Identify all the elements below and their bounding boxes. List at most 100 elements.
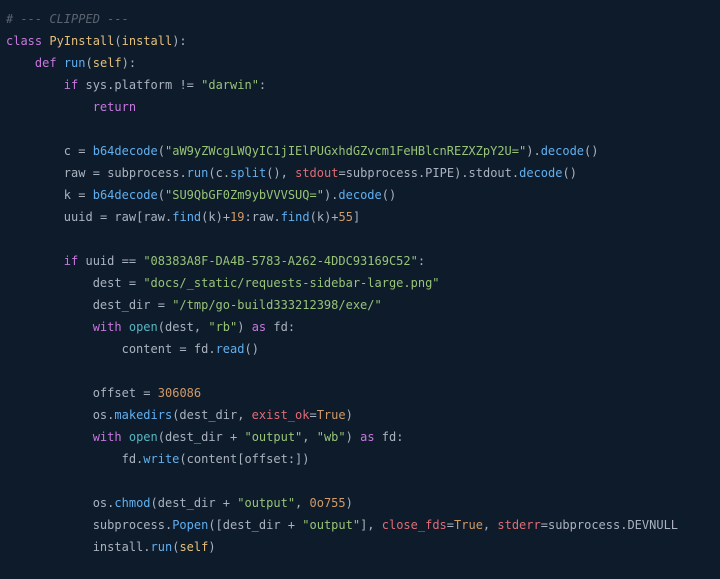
var-uuid: uuid — [64, 210, 93, 224]
fn-run: run — [64, 56, 86, 70]
str-wb: "wb" — [317, 430, 346, 444]
kw-as: as — [252, 320, 266, 334]
arg-c: c — [216, 166, 223, 180]
var-fd-2: fd — [194, 342, 208, 356]
str-uuid: "08383A8F-DA4B-5783-A262-4DDC93169C52" — [143, 254, 418, 268]
op-eq: = — [158, 298, 165, 312]
fn-run: run — [187, 166, 209, 180]
fn-write: write — [143, 452, 179, 466]
fn-run-2: run — [151, 540, 173, 554]
op-eqeq: == — [122, 254, 136, 268]
fn-decode-3: decode — [338, 188, 381, 202]
param-self: self — [93, 56, 122, 70]
kw-existok: exist_ok — [252, 408, 310, 422]
var-fd: fd — [273, 320, 287, 334]
kw-if: if — [64, 78, 78, 92]
fn-makedirs: makedirs — [114, 408, 172, 422]
str-destdir: "/tmp/go-build333212398/exe/" — [172, 298, 382, 312]
kw-closefds: close_fds — [382, 518, 447, 532]
str-dest: "docs/_static/requests-sidebar-large.png… — [143, 276, 439, 290]
kw-as-2: as — [360, 430, 374, 444]
fn-chmod: chmod — [114, 496, 150, 510]
num-55: 55 — [339, 210, 353, 224]
attr-platform: platform — [114, 78, 172, 92]
mod-os-2: os — [93, 496, 107, 510]
num-offset: 306086 — [158, 386, 201, 400]
arg-destdir-2: dest_dir — [165, 430, 223, 444]
op-ne: != — [179, 78, 193, 92]
var-raw-2: raw — [114, 210, 136, 224]
kw-if-2: if — [64, 254, 78, 268]
mod-subprocess-4: subprocess — [548, 518, 620, 532]
arg-content: content — [187, 452, 238, 466]
op-plus-3: + — [288, 518, 295, 532]
bool-true: True — [317, 408, 346, 422]
fn-decode: decode — [541, 144, 584, 158]
fn-split: split — [230, 166, 266, 180]
str-output-3: "output" — [302, 518, 360, 532]
str-output: "output" — [244, 430, 302, 444]
var-offset: offset — [93, 386, 136, 400]
op-plus-2: + — [223, 496, 230, 510]
var-k: k — [64, 188, 71, 202]
str-b64-2: "SU9QbGF0Zm9ybVVVSUQ=" — [165, 188, 324, 202]
var-raw-3: raw — [143, 210, 165, 224]
const-devnull: DEVNULL — [627, 518, 678, 532]
arg-k1: k — [208, 210, 215, 224]
var-fd-3: fd — [382, 430, 396, 444]
kw-return: return — [93, 100, 136, 114]
kw-with: with — [93, 320, 122, 334]
kw-with-2: with — [93, 430, 122, 444]
op-plus: + — [230, 430, 237, 444]
op-eq: = — [78, 188, 85, 202]
str-darwin: "darwin" — [201, 78, 259, 92]
arg-destdir-4: dest_dir — [223, 518, 281, 532]
var-raw: raw — [64, 166, 86, 180]
arg-destdir-3: dest_dir — [158, 496, 216, 510]
fn-read: read — [216, 342, 245, 356]
str-rb: "rb" — [208, 320, 237, 334]
mod-install: install — [93, 540, 144, 554]
fn-find: find — [172, 210, 201, 224]
arg-dest: dest — [165, 320, 194, 334]
fn-decode-2: decode — [519, 166, 562, 180]
str-b64-1: "aW9yZWcgLWQyIC1jIElPUGxhdGZvcm1FeHBlcnR… — [165, 144, 526, 158]
attr-stdout: stdout — [469, 166, 512, 180]
fn-b64decode: b64decode — [93, 144, 158, 158]
var-fd-4: fd — [122, 452, 136, 466]
var-content: content — [122, 342, 173, 356]
var-destdir: dest_dir — [93, 298, 151, 312]
op-eq: = — [179, 342, 186, 356]
num-perm: 0o755 — [310, 496, 346, 510]
num-19: 19 — [230, 210, 244, 224]
arg-destdir: dest_dir — [179, 408, 237, 422]
var-dest: dest — [93, 276, 122, 290]
mod-sys: sys — [85, 78, 107, 92]
class-name: PyInstall — [49, 34, 114, 48]
fn-open-2: open — [129, 430, 158, 444]
kw-stderr: stderr — [497, 518, 540, 532]
mod-os: os — [93, 408, 107, 422]
mod-subprocess: subprocess — [107, 166, 179, 180]
mod-subprocess-2: subprocess — [346, 166, 418, 180]
op-eq: = — [78, 144, 85, 158]
kw-stdout: stdout — [295, 166, 338, 180]
arg-k2: k — [317, 210, 324, 224]
mod-subprocess-3: subprocess — [93, 518, 165, 532]
op-eq: = — [129, 276, 136, 290]
op-eq: = — [143, 386, 150, 400]
var-raw-4: raw — [252, 210, 274, 224]
base-class: install — [122, 34, 173, 48]
arg-offset: offset — [244, 452, 287, 466]
comment-clipped: # --- CLIPPED --- — [6, 12, 129, 26]
var-c: c — [64, 144, 71, 158]
fn-b64decode-2: b64decode — [93, 188, 158, 202]
code-block: # --- CLIPPED --- class PyInstall(instal… — [0, 0, 720, 566]
fn-popen: Popen — [172, 518, 208, 532]
arg-self: self — [179, 540, 208, 554]
var-uuid-2: uuid — [85, 254, 114, 268]
fn-open: open — [129, 320, 158, 334]
str-output-2: "output" — [237, 496, 295, 510]
bool-true-2: True — [454, 518, 483, 532]
kw-class: class — [6, 34, 42, 48]
